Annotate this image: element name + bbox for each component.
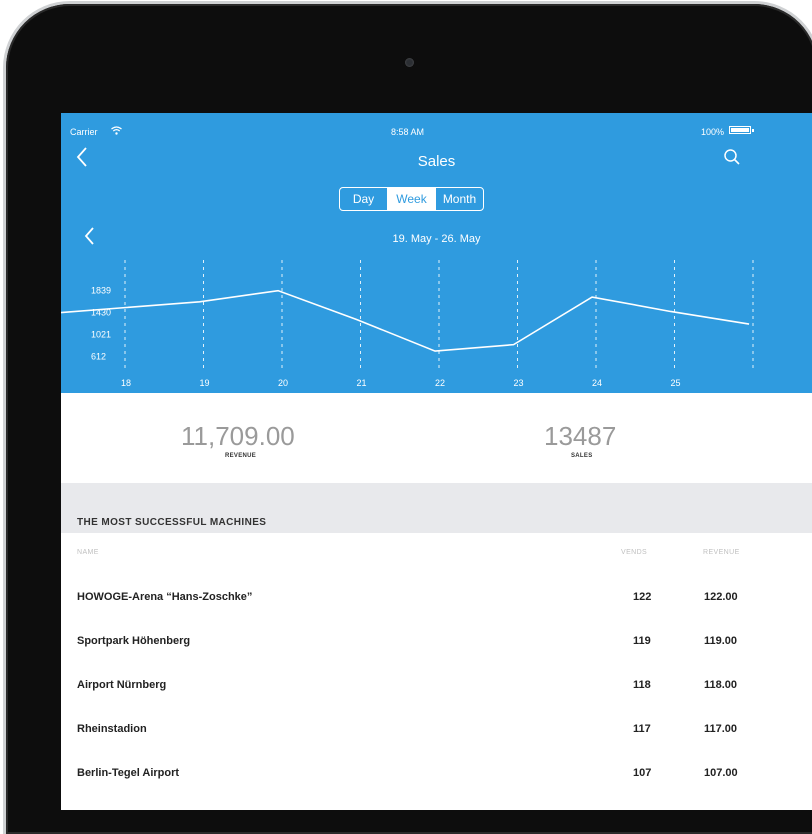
machine-name: Rheinstadion [77,723,147,735]
column-name: NAME [77,549,99,556]
x-tick-label: 22 [435,378,445,388]
search-icon[interactable] [723,148,741,166]
x-tick-label: 18 [121,378,131,388]
wifi-icon [111,126,122,135]
series-line [61,289,750,352]
x-tick-label: 24 [592,378,602,388]
date-range: 19. May - 26. May [392,233,481,245]
table-row[interactable]: Airport Nürnberg 118 118.00 [61,665,812,709]
column-revenue: REVENUE [703,549,740,556]
revenue-value: 11,709.00 [181,421,295,451]
sales-label: SALES [571,453,593,459]
machine-name: HOWOGE-Arena “Hans-Zoschke” [77,591,253,603]
x-tick-label: 21 [357,378,367,388]
segment-month[interactable]: Month [436,188,483,210]
section-header: THE MOST SUCCESSFUL MACHINES [61,483,812,533]
x-tick-label: 25 [671,378,681,388]
sales-line-chart: 18391430102161218 19 20 21 22 23 24 25 [61,260,754,388]
page-title: Sales [417,153,456,170]
machine-revenue: 122.00 [704,591,738,603]
column-vends: VENDS [621,549,648,556]
revenue-label: REVENUE [225,453,257,459]
section-title: THE MOST SUCCESSFUL MACHINES [77,517,267,528]
machine-vends: 117 [633,723,651,735]
table-header: NAME VENDS REVENUE [61,533,812,573]
x-tick-label: 23 [514,378,524,388]
y-tick-label: 1839 [91,286,111,296]
x-tick-label: 20 [278,378,288,388]
machine-revenue: 107.00 [704,767,738,779]
table-row[interactable]: Berlin-Tegel Airport 107 107.00 [61,753,812,797]
camera-icon [405,58,414,67]
period-segmented-control: Day Week Month [339,187,484,211]
machine-revenue: 118.00 [704,679,738,691]
table-row[interactable]: Sportpark Höhenberg 119 119.00 [61,621,812,665]
battery-percent: 100% [701,127,725,137]
machine-name: Airport Nürnberg [77,679,167,691]
machine-vends: 122 [633,591,652,603]
segment-day[interactable]: Day [340,188,388,210]
battery-icon [729,126,754,134]
table-row[interactable]: HOWOGE-Arena “Hans-Zoschke” 122 122.00 [61,577,812,621]
machine-revenue: 117.00 [704,723,738,735]
device-frame: Carrier 8:58 AM 100% Sales Day Week Mont… [0,0,812,834]
status-time: 8:58 AM [391,127,425,137]
segment-week[interactable]: Week [388,188,436,210]
carrier-label: Carrier [70,127,98,137]
x-tick-label: 19 [200,378,210,388]
kpi-panel: 11,709.00 REVENUE 13487 SALES [61,393,812,483]
battery-fill [731,128,749,132]
machine-vends: 107 [633,767,652,779]
machine-name: Berlin-Tegel Airport [77,767,180,779]
machine-vends: 119 [633,635,651,647]
app-screen: Carrier 8:58 AM 100% Sales Day Week Mont… [61,113,812,810]
machine-revenue: 119.00 [704,635,738,647]
table-row[interactable]: Rheinstadion 117 117.00 [61,709,812,753]
machine-name: Sportpark Höhenberg [77,635,191,647]
sales-value: 13487 [544,421,617,451]
sales-header: Carrier 8:58 AM 100% Sales Day Week Mont… [61,113,812,393]
y-tick-label: 1021 [91,329,111,339]
y-tick-label: 612 [91,351,106,361]
machine-vends: 118 [633,679,651,691]
